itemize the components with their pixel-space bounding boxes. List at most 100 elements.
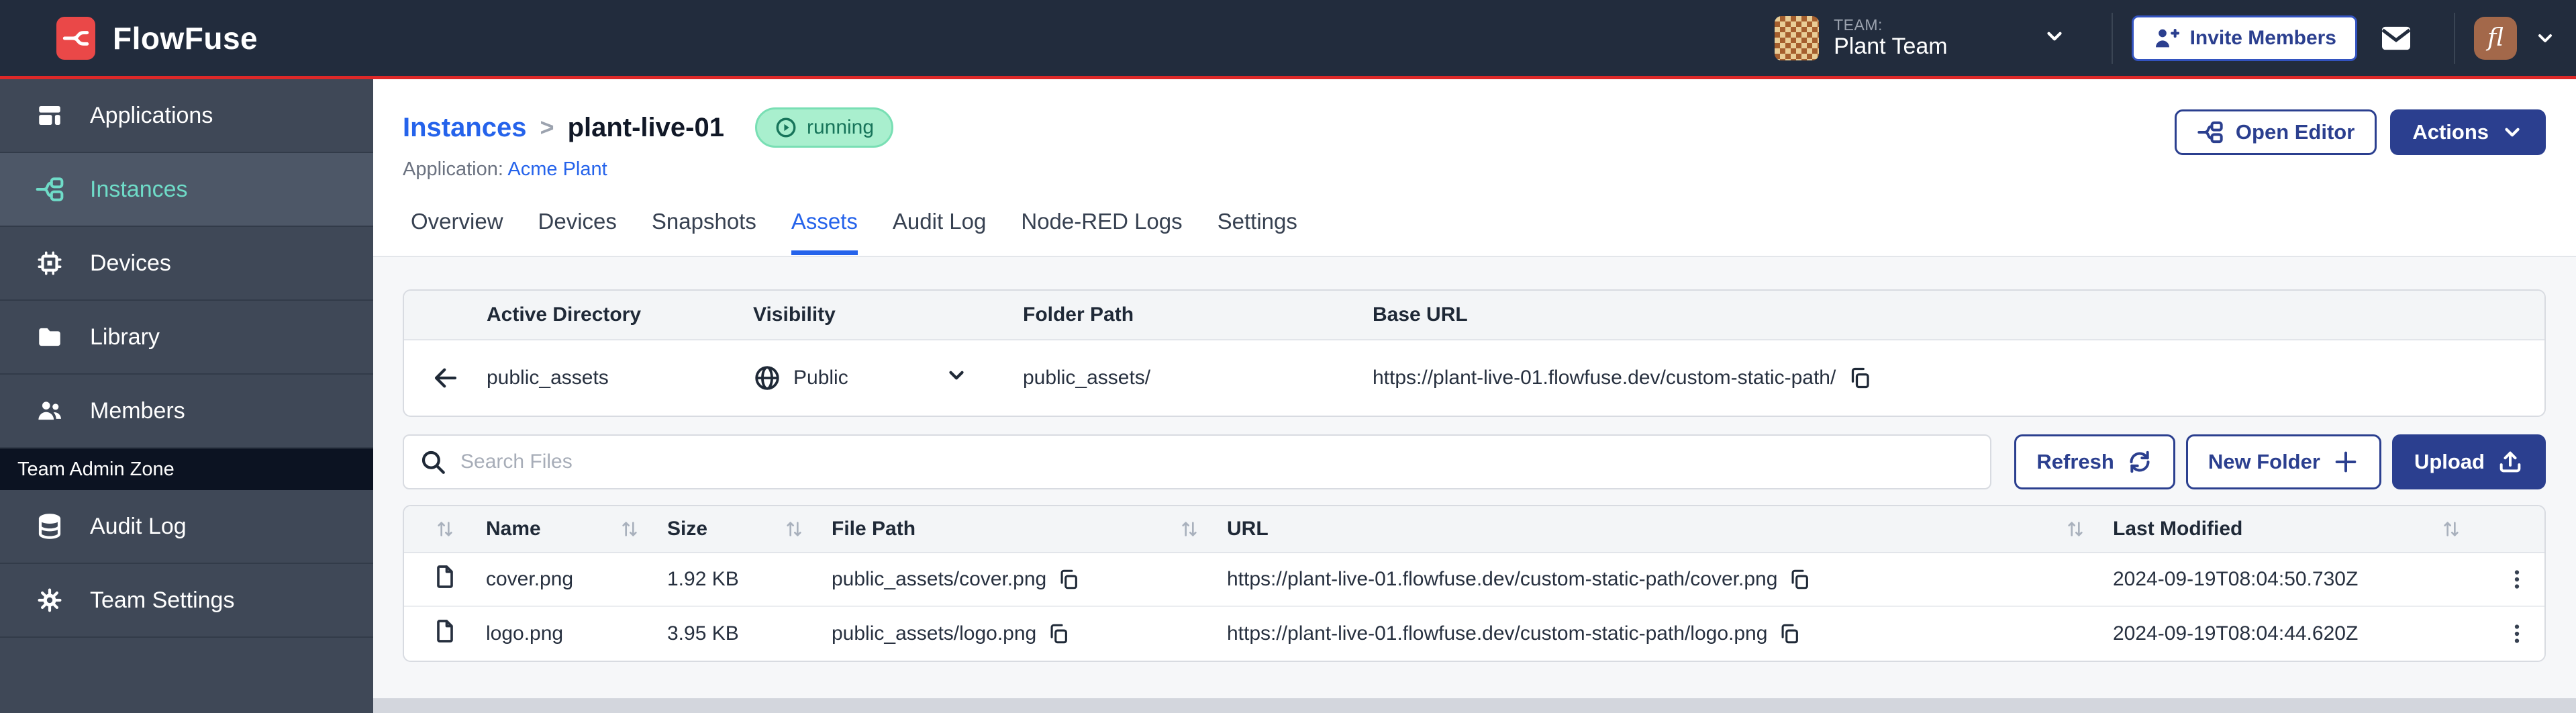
column-size[interactable]: Size (667, 518, 707, 540)
copy-icon[interactable] (1047, 622, 1070, 645)
team-admin-zone-label: Team Admin Zone (17, 458, 175, 480)
file-last-modified: 2024-09-19T08:04:50.730Z (2113, 568, 2359, 590)
sort-icon[interactable] (434, 518, 456, 540)
upload-button[interactable]: Upload (2391, 434, 2546, 489)
sidebar-item-label: Instances (90, 176, 188, 202)
kebab-menu-icon[interactable] (2489, 622, 2544, 646)
globe-icon (753, 364, 781, 392)
folder-path-value: public_assets/ (1023, 367, 1151, 389)
top-header: FlowFuse TEAM: Plant Team Invite Members (0, 0, 2576, 79)
sidebar-item-team-settings[interactable]: Team Settings (0, 564, 373, 638)
tab-overview[interactable]: Overview (411, 209, 503, 255)
flowfuse-logo[interactable]: FlowFuse (56, 16, 258, 60)
team-admin-zone-band: Team Admin Zone (0, 448, 373, 490)
column-file-path[interactable]: File Path (832, 518, 915, 540)
assets-panel: Active Directory Visibility Folder Path … (373, 257, 2576, 698)
refresh-icon (2126, 448, 2153, 475)
team-name: Plant Team (1834, 34, 1948, 60)
sidebar-item-members[interactable]: Members (0, 375, 373, 448)
actions-label: Actions (2412, 120, 2489, 144)
visibility-value: Public (793, 367, 848, 389)
app-window: FlowFuse TEAM: Plant Team Invite Members (0, 0, 2576, 713)
instance-tabs: Overview Devices Snapshots Assets Audit … (403, 209, 2546, 255)
back-arrow-icon[interactable] (432, 364, 460, 392)
open-editor-label: Open Editor (2235, 120, 2355, 144)
files-table-header: Name Size File Path URL Last Modified (404, 506, 2544, 553)
search-icon (419, 448, 447, 479)
instances-icon (35, 175, 64, 204)
file-path: public_assets/logo.png (832, 622, 1037, 645)
tab-audit-log[interactable]: Audit Log (893, 209, 986, 255)
column-visibility: Visibility (753, 303, 836, 326)
upload-icon (2497, 448, 2524, 475)
breadcrumb-separator: > (540, 113, 554, 141)
bottom-strip (373, 698, 2576, 713)
copy-icon[interactable] (1848, 366, 1872, 390)
sort-icon[interactable] (2440, 518, 2462, 540)
visibility-select[interactable]: Public (753, 364, 975, 392)
table-row[interactable]: logo.png 3.95 KB public_assets/logo.png … (404, 607, 2544, 661)
files-toolbar: Refresh New Folder Upload (403, 434, 2546, 489)
refresh-button[interactable]: Refresh (2014, 434, 2175, 489)
instance-name: plant-live-01 (567, 112, 724, 142)
application-label: Application: (403, 158, 503, 180)
column-base-url: Base URL (1373, 303, 1468, 326)
column-last-modified[interactable]: Last Modified (2113, 518, 2242, 540)
breadcrumb-instances-link[interactable]: Instances (403, 113, 527, 143)
open-editor-button[interactable]: Open Editor (2174, 109, 2377, 155)
chevron-down-icon (2534, 28, 2556, 49)
sidebar-item-library[interactable]: Library (0, 301, 373, 375)
header-divider (2454, 12, 2455, 64)
new-folder-label: New Folder (2208, 450, 2320, 473)
column-url[interactable]: URL (1227, 518, 1269, 540)
sidebar-item-instances[interactable]: Instances (0, 153, 373, 227)
sidebar-item-label: Library (90, 324, 160, 350)
tab-node-red-logs[interactable]: Node-RED Logs (1021, 209, 1182, 255)
kebab-menu-icon[interactable] (2489, 567, 2544, 591)
folder-icon (35, 322, 64, 352)
sort-icon[interactable] (2065, 518, 2086, 540)
plus-icon (2332, 448, 2359, 475)
tab-assets[interactable]: Assets (791, 209, 858, 255)
file-name: cover.png (486, 568, 574, 590)
sidebar-item-label: Members (90, 397, 185, 424)
tab-settings[interactable]: Settings (1218, 209, 1297, 255)
tab-snapshots[interactable]: Snapshots (652, 209, 756, 255)
main-content: Instances > plant-live-01 running Applic… (373, 79, 2576, 713)
application-row: Application: Acme Plant (403, 158, 2546, 181)
directory-card: Active Directory Visibility Folder Path … (403, 289, 2546, 417)
actions-button[interactable]: Actions (2390, 109, 2546, 155)
chevron-down-icon (2043, 25, 2066, 51)
file-last-modified: 2024-09-19T08:04:44.620Z (2113, 622, 2359, 645)
invite-members-button[interactable]: Invite Members (2131, 15, 2357, 61)
instance-header: Instances > plant-live-01 running Applic… (373, 79, 2576, 257)
table-row[interactable]: cover.png 1.92 KB public_assets/cover.pn… (404, 553, 2544, 607)
sort-icon[interactable] (1179, 518, 1200, 540)
user-menu[interactable]: fl (2474, 16, 2556, 60)
new-folder-button[interactable]: New Folder (2185, 434, 2381, 489)
column-name[interactable]: Name (486, 518, 541, 540)
notifications-mail-icon[interactable] (2380, 24, 2412, 52)
sidebar-item-devices[interactable]: Devices (0, 227, 373, 301)
sidebar-item-label: Applications (90, 102, 213, 128)
tab-devices[interactable]: Devices (538, 209, 617, 255)
active-directory-value: public_assets (487, 367, 609, 389)
sort-icon[interactable] (619, 518, 640, 540)
file-url: https://plant-live-01.flowfuse.dev/custo… (1227, 568, 1778, 590)
database-icon (35, 512, 64, 541)
sort-icon[interactable] (783, 518, 805, 540)
copy-icon[interactable] (1788, 568, 1811, 591)
copy-icon[interactable] (1778, 622, 1801, 645)
sidebar-item-label: Team Settings (90, 587, 235, 613)
gear-icon (35, 585, 64, 615)
sidebar-item-audit-log[interactable]: Audit Log (0, 490, 373, 564)
copy-icon[interactable] (1057, 568, 1080, 591)
sidebar-item-applications[interactable]: Applications (0, 79, 373, 153)
users-icon (35, 396, 64, 426)
directory-row: public_assets Public public_assets/ http… (404, 340, 2544, 416)
team-selector[interactable]: TEAM: Plant Team (1775, 15, 2092, 60)
flowfuse-logo-icon (56, 16, 95, 60)
application-link[interactable]: Acme Plant (507, 158, 607, 180)
refresh-label: Refresh (2036, 450, 2114, 473)
search-input[interactable] (403, 434, 1992, 489)
